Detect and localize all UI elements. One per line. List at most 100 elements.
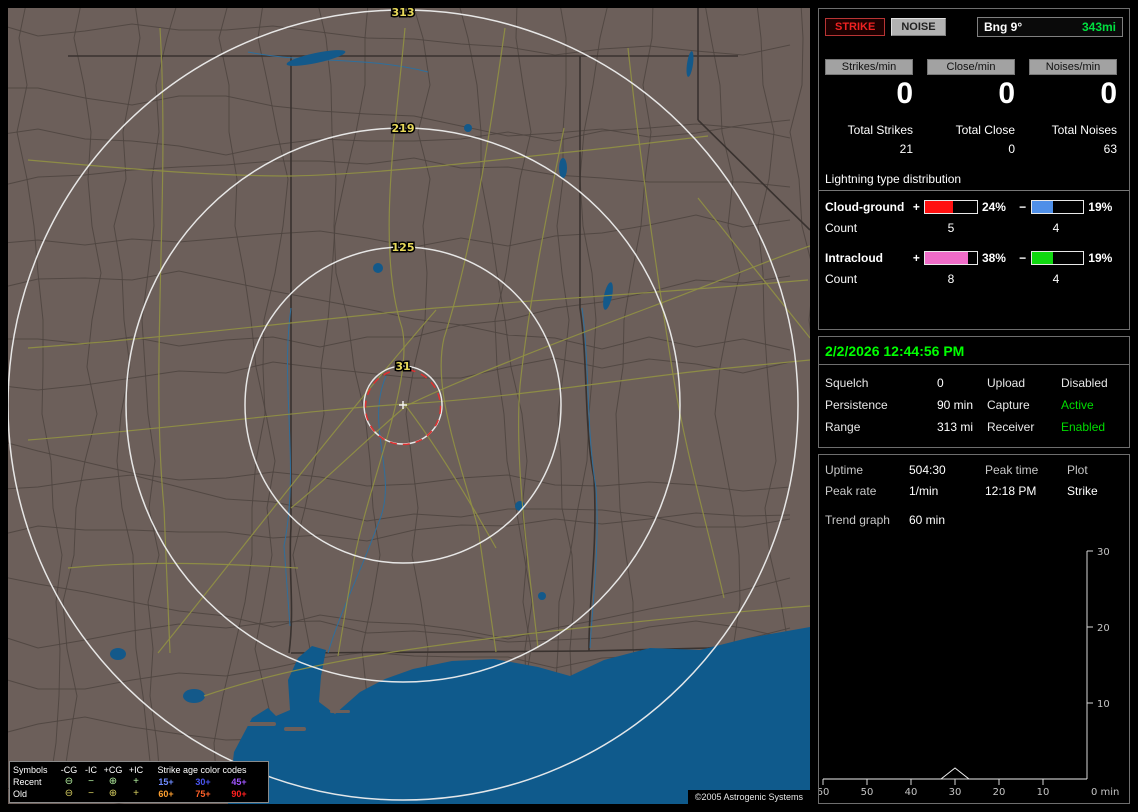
persistence-label: Persistence	[825, 398, 888, 412]
x-tick-label: 40	[905, 787, 918, 798]
bar-fill	[925, 252, 969, 264]
upload-status: Disabled	[1061, 376, 1108, 390]
bearing-range-display: Bng 9° 343mi	[977, 17, 1123, 37]
cloud-ground-count-row: Count 5 4	[825, 221, 1123, 235]
bearing-distance: 343mi	[1081, 20, 1116, 34]
age-code-75: 75+	[195, 789, 211, 799]
age-code-90: 90+	[231, 789, 247, 799]
squelch-label: Squelch	[825, 376, 869, 390]
cloud-ground-label: Cloud-ground	[825, 200, 905, 214]
x-tick-label: 50	[861, 787, 874, 798]
lake	[373, 263, 383, 273]
total-noises-value: 63	[1103, 142, 1117, 156]
pos-ic-symbol-icon: +	[133, 788, 139, 799]
barrier-island	[284, 727, 306, 731]
legend-type-header-pic: +IC	[128, 765, 144, 775]
receiver-label: Receiver	[987, 420, 1035, 434]
noises-per-min-value: 0	[1100, 77, 1117, 110]
intracloud-label: Intracloud	[825, 251, 884, 265]
y-tick-label: 20	[1097, 623, 1110, 634]
axis-corner-label: 0 min	[1091, 787, 1119, 798]
total-noises-label: Total Noises	[1051, 123, 1117, 137]
x-tick-label: 30	[949, 787, 962, 798]
cloud-ground-positive-pct: 24%	[981, 200, 1006, 214]
lake	[110, 648, 126, 660]
neg-ic-symbol-icon: −	[88, 788, 94, 799]
strikes-per-min-button[interactable]: Strikes/min	[825, 59, 913, 75]
strike-toggle-button[interactable]: STRIKE	[825, 18, 886, 36]
intracloud-positive-pct: 38%	[981, 251, 1006, 265]
map-canvas: 313 219 125 31	[8, 8, 810, 804]
squelch-value: 0	[937, 376, 944, 390]
barrier-island	[246, 722, 276, 726]
x-tick-label: 60	[819, 787, 829, 798]
lake	[559, 158, 567, 178]
neg-cg-symbol-icon: ⊖	[64, 788, 74, 799]
total-strikes-label: Total Strikes	[847, 123, 913, 137]
intracloud-positive-count: 8	[947, 272, 955, 286]
datetime-display: 2/2/2026 12:44:56 PM	[825, 343, 965, 359]
lake	[538, 592, 546, 600]
lake	[515, 501, 525, 511]
noises-counter-column: Noises/min 0 Total Noises 63	[1029, 59, 1117, 156]
legend-type-header-ncg: -CG	[60, 765, 78, 775]
cloud-ground-negative-bar	[1030, 200, 1085, 214]
legend-age-header: Strike age color codes	[157, 765, 247, 775]
distribution-section-title: Lightning type distribution	[819, 172, 1129, 191]
intracloud-distribution-row: Intracloud + 38% − 19%	[825, 251, 1123, 265]
plot-label: Plot	[1067, 463, 1088, 477]
trend-line	[823, 767, 1087, 780]
upload-label: Upload	[987, 376, 1026, 390]
y-tick-label: 30	[1097, 547, 1110, 558]
noise-toggle-button[interactable]: NOISE	[891, 18, 946, 36]
ring-label-31: 31	[395, 360, 410, 373]
close-counter-column: Close/min 0 Total Close 0	[927, 59, 1015, 156]
neg-ic-symbol-icon: −	[88, 776, 94, 787]
status-panel: 2/2/2026 12:44:56 PM Squelch 0 Upload Di…	[818, 336, 1130, 448]
bar-fill	[925, 201, 953, 213]
status-grid: Squelch 0 Upload Disabled Persistence 90…	[825, 376, 1123, 434]
x-tick-label: 10	[1037, 787, 1050, 798]
minus-sign: −	[1019, 251, 1027, 265]
x-tick-label: 20	[993, 787, 1006, 798]
peak-rate-value: 1/min	[909, 484, 939, 498]
intracloud-positive-bar	[924, 251, 978, 265]
intracloud-count-row: Count 8 4	[825, 272, 1123, 286]
receiver-status: Enabled	[1061, 420, 1106, 434]
legend-type-header-pcg: +CG	[103, 765, 123, 775]
pos-ic-symbol-icon: +	[133, 776, 139, 787]
bearing-value: Bng 9°	[984, 20, 1023, 34]
strike-counter-panel: STRIKE NOISE Bng 9° 343mi Strikes/min 0 …	[818, 8, 1130, 330]
range-value: 313 mi	[937, 420, 974, 434]
peak-rate-label: Peak rate	[825, 484, 877, 498]
barrier-island	[330, 710, 350, 713]
age-code-45: 45+	[231, 777, 247, 787]
stats-grid: Uptime 504:30 Peak time Plot Peak rate 1…	[825, 463, 1123, 498]
age-code-60: 60+	[158, 789, 174, 799]
cloud-ground-negative-pct: 19%	[1088, 200, 1113, 214]
legend-row-label-recent: Recent	[13, 777, 42, 787]
plot-value: Strike	[1067, 484, 1098, 498]
trend-graph-label: Trend graph	[825, 513, 890, 527]
peak-time-value: 12:18 PM	[985, 484, 1037, 498]
close-per-min-button[interactable]: Close/min	[927, 59, 1015, 75]
ring-label-313: 313	[392, 8, 415, 19]
cloud-ground-negative-count: 4	[1052, 221, 1060, 235]
cloud-ground-positive-count: 5	[947, 221, 955, 235]
legend-row-label-old: Old	[13, 789, 28, 799]
minus-sign: −	[1019, 200, 1027, 214]
uptime-label: Uptime	[825, 463, 864, 477]
trend-graph-header: Trend graph 60 min	[825, 513, 1123, 527]
divider	[819, 364, 1129, 365]
ring-label-219: 219	[392, 122, 415, 135]
peak-time-label: Peak time	[985, 463, 1039, 477]
noises-per-min-button[interactable]: Noises/min	[1029, 59, 1117, 75]
plus-sign: +	[912, 251, 920, 265]
copyright-notice: ©2005 Astrogenic Systems	[687, 790, 810, 804]
strikes-counter-column: Strikes/min 0 Total Strikes 21	[825, 59, 913, 156]
total-close-label: Total Close	[955, 123, 1015, 137]
plus-sign: +	[912, 200, 920, 214]
neg-cg-symbol-icon: ⊖	[64, 776, 74, 787]
total-close-value: 0	[1008, 142, 1015, 156]
lightning-map[interactable]: 313 219 125 31 Symbols -CG -IC +CG +IC S…	[8, 8, 810, 804]
